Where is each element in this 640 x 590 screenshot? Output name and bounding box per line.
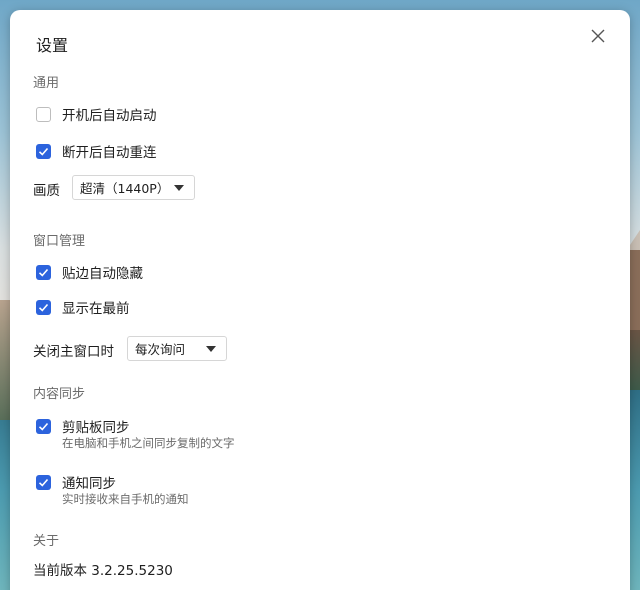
checkmark-icon xyxy=(38,303,49,312)
section-sync: 内容同步 xyxy=(33,387,86,402)
checkmark-icon xyxy=(38,478,49,487)
close-icon xyxy=(591,29,605,43)
auto-hide-option[interactable]: 贴边自动隐藏 xyxy=(36,262,143,282)
checkmark-icon xyxy=(38,268,49,277)
clipboard-sync-description: 在电脑和手机之间同步复制的文字 xyxy=(62,436,235,450)
on-top-option[interactable]: 显示在最前 xyxy=(36,297,130,317)
on-top-label: 显示在最前 xyxy=(62,301,130,317)
reconnect-checkbox[interactable] xyxy=(36,143,51,159)
section-general: 通用 xyxy=(33,76,60,91)
autostart-label: 开机后自动启动 xyxy=(62,108,157,124)
chevron-down-icon xyxy=(174,185,184,191)
on-top-checkbox[interactable] xyxy=(36,299,51,315)
auto-hide-checkbox[interactable] xyxy=(36,264,51,280)
section-window: 窗口管理 xyxy=(33,234,86,249)
auto-hide-label: 贴边自动隐藏 xyxy=(62,266,143,282)
clipboard-sync-option[interactable]: 剪贴板同步 xyxy=(36,416,130,436)
dialog-title: 设置 xyxy=(36,36,69,55)
close-main-select-value: 每次询问 xyxy=(135,342,186,357)
checkmark-icon xyxy=(38,422,49,431)
reconnect-option[interactable]: 断开后自动重连 xyxy=(36,141,157,161)
autostart-checkbox[interactable] xyxy=(36,106,51,122)
checkmark-icon xyxy=(38,147,49,156)
notify-sync-option[interactable]: 通知同步 xyxy=(36,472,116,492)
close-button[interactable] xyxy=(586,24,610,48)
clipboard-sync-label: 剪贴板同步 xyxy=(62,420,130,436)
chevron-down-icon xyxy=(206,346,216,352)
reconnect-label: 断开后自动重连 xyxy=(62,145,157,161)
notify-sync-checkbox[interactable] xyxy=(36,474,51,490)
notify-sync-description: 实时接收来自手机的通知 xyxy=(62,492,189,506)
quality-select-value: 超清（1440P） xyxy=(80,181,170,196)
section-about: 关于 xyxy=(33,534,60,549)
version-text: 当前版本 3.2.25.5230 xyxy=(33,563,173,579)
settings-dialog: 设置 通用 开机后自动启动 断开后自动重连 画质 超清（1440P） 窗口管理 … xyxy=(10,10,630,590)
clipboard-sync-checkbox[interactable] xyxy=(36,418,51,434)
quality-select[interactable]: 超清（1440P） xyxy=(72,175,195,200)
close-main-select[interactable]: 每次询问 xyxy=(127,336,227,361)
autostart-option[interactable]: 开机后自动启动 xyxy=(36,104,157,124)
notify-sync-label: 通知同步 xyxy=(62,476,116,492)
quality-label: 画质 xyxy=(33,183,60,199)
close-main-label: 关闭主窗口时 xyxy=(33,344,114,360)
